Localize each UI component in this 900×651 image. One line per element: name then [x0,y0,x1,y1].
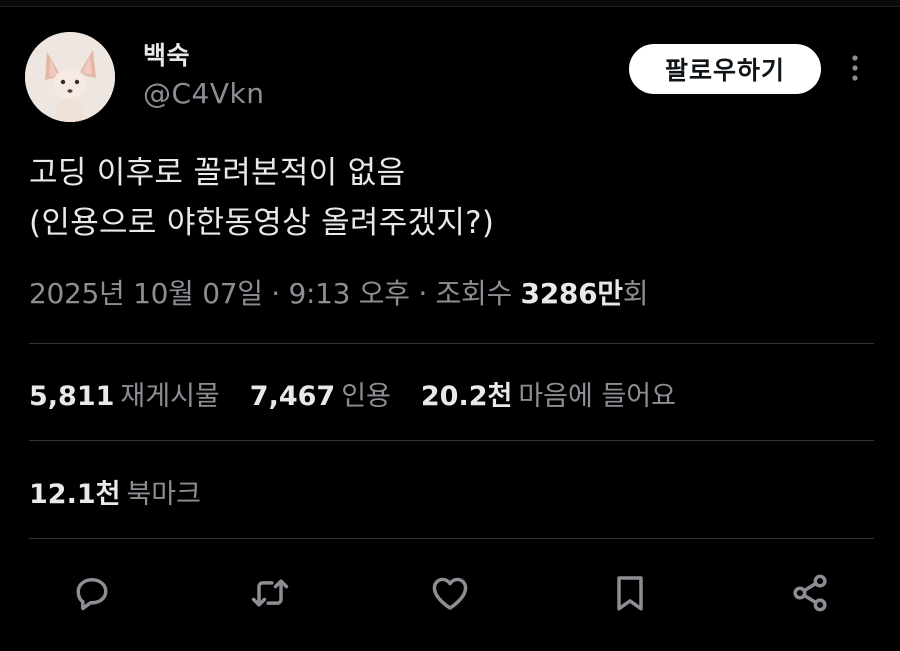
display-name[interactable]: 백숙 [143,36,190,72]
share-icon [793,574,827,612]
views-count: 3286만 [520,277,624,310]
like-icon [432,577,468,610]
retweets-label: 재게시물 [120,381,220,412]
reply-button[interactable] [68,569,116,617]
reply-icon [76,578,108,611]
meta-separator: · [409,277,436,310]
bookmarks-label: 북마크 [126,479,201,510]
tweet-line: (인용으로 야한동영상 올려주겠지?) [29,205,495,241]
quotes-stat[interactable]: 7,467 인용 [250,374,391,413]
more-vertical-icon[interactable] [843,54,867,84]
retweets-stat[interactable]: 5,811 재게시물 [29,374,220,413]
follow-button[interactable]: 팔로우하기 [629,44,821,94]
user-handle[interactable]: @C4Vkn [143,77,264,110]
bookmark-icon [617,576,643,611]
tweet-time[interactable]: 9:13 오후 [289,277,411,310]
retweet-icon [251,579,289,607]
tweet-meta: 2025년 10월 07일 · 9:13 오후 · 조회수 3286만회 [29,272,648,312]
like-button[interactable] [426,569,474,617]
tweet-text: 고딩 이후로 꼴려본적이 없음 (인용으로 야한동영상 올려주겠지?) [29,148,869,248]
likes-count: 20.2천 [420,381,513,412]
bookmarks-stat[interactable]: 12.1천 북마크 [29,472,201,511]
bookmark-button[interactable] [606,569,654,617]
top-edge [0,0,900,7]
views-label: 조회수 [435,277,521,310]
share-button[interactable] [786,569,834,617]
views-suffix: 회 [622,277,649,310]
retweet-button[interactable] [246,569,294,617]
likes-label: 마음에 들어요 [518,381,676,412]
retweets-count: 5,811 [29,381,115,412]
tweet-line: 고딩 이후로 꼴려본적이 없음 [29,155,406,191]
bookmarks-count: 12.1천 [29,479,121,510]
engagement-stats: 5,811 재게시물 7,467 인용 20.2천 마음에 들어요 [29,374,706,413]
divider [29,440,874,441]
chihuahua-avatar-icon [25,32,115,122]
avatar[interactable] [25,32,115,122]
tweet-date[interactable]: 2025년 10월 07일 [29,277,263,310]
meta-separator: · [262,277,289,310]
divider [29,343,874,344]
quotes-label: 인용 [341,381,391,412]
likes-stat[interactable]: 20.2천 마음에 들어요 [421,374,676,413]
divider [29,538,874,539]
quotes-count: 7,467 [249,381,336,412]
